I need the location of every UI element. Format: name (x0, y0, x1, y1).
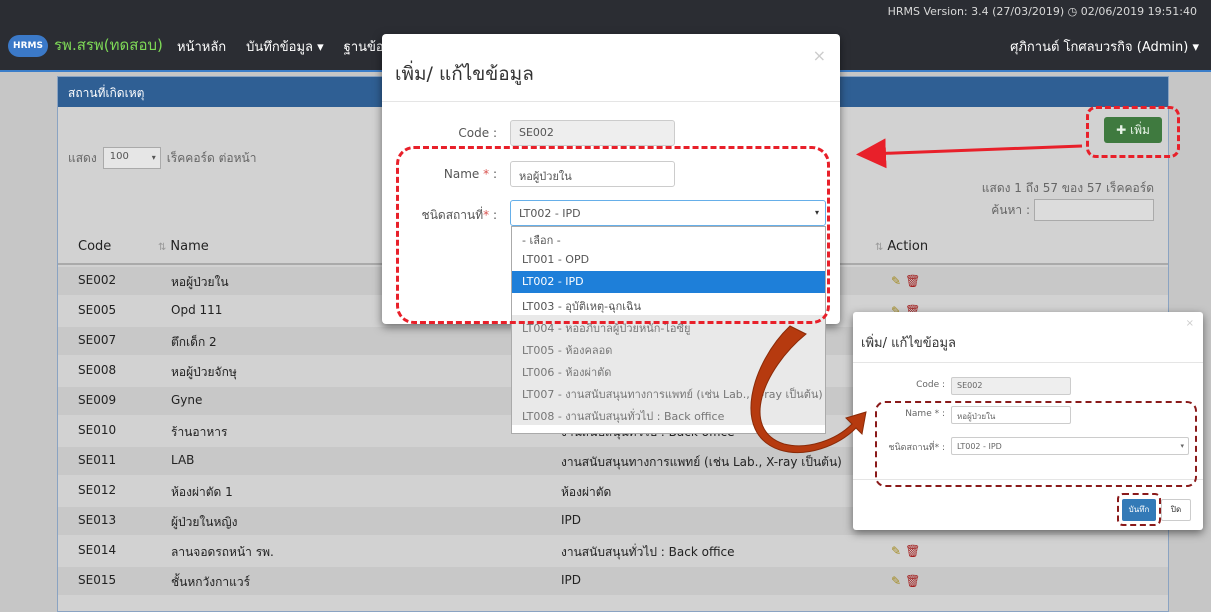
row-name: ชั้นหกวังกาแวร์ (171, 575, 251, 589)
nav-item-home[interactable]: หน้าหลัก (177, 36, 226, 57)
form-highlight (396, 146, 830, 324)
divider (853, 362, 1203, 363)
trash-icon[interactable]: 🗑 (905, 274, 920, 288)
row-name: ตึกเด็ก 2 (171, 335, 217, 349)
dropdown-option[interactable]: LT005 - ห้องคลอด (512, 337, 825, 359)
row-actions: ✎🗑 (891, 574, 920, 588)
table-row: SE015 ชั้นหกวังกาแวร์ IPD ✎ 🗑 (58, 567, 1168, 595)
save-button-highlight (1117, 493, 1161, 526)
caret-down-icon: ▾ (151, 153, 156, 162)
dropdown-option[interactable]: LT007 - งานสนับสนุนทางการแพทย์ (เช่น Lab… (512, 381, 825, 403)
search-label: ค้นหา : (991, 202, 1030, 217)
row-type: IPD (561, 573, 582, 587)
row-code: SE009 (78, 393, 117, 407)
length-prefix: แสดง (68, 150, 97, 165)
hrms-logo-icon[interactable]: HRMS (8, 35, 48, 57)
row-code: SE014 (78, 543, 117, 557)
table-row: SE014 ลานจอดรถหน้า รพ. งานสนับสนุนทั่วไป :… (58, 537, 1168, 565)
row-code: SE005 (78, 303, 117, 317)
pencil-icon[interactable]: ✎ (891, 574, 901, 588)
nav-item-database[interactable]: ฐานข้อ (344, 36, 384, 57)
modal-title: เพิ่ม/ แก้ไขข้อมูล (395, 63, 534, 85)
column-header-action: ⇅ Action (875, 239, 928, 254)
search-control: ค้นหา : (991, 199, 1154, 221)
row-code: SE008 (78, 363, 117, 377)
preview-modal: เพิ่ม/ แก้ไขข้อมูล × Code : SE002 Name *… (853, 312, 1203, 530)
row-name: Opd 111 (171, 303, 223, 317)
dropdown-option[interactable]: LT008 - งานสนับสนุนทั่วไป : Back office (512, 403, 825, 425)
column-header-name-label: Name (170, 239, 209, 254)
add-button-highlight (1086, 106, 1180, 158)
pencil-icon[interactable]: ✎ (891, 274, 901, 288)
row-code: SE012 (78, 483, 117, 497)
row-type: งานสนับสนุนทั่วไป : Back office (561, 545, 735, 559)
records-info: แสดง 1 ถึง 57 ของ 57 เร็คคอร์ด (981, 181, 1154, 195)
version-info: HRMS Version: 3.4 (27/03/2019) ◷ 02/06/2… (887, 5, 1197, 18)
nav-item-record[interactable]: บันทึกข้อมูล ▾ (246, 36, 323, 57)
row-name: ผู้ป่วยในหญิง (171, 515, 238, 529)
row-type: ห้องผ่าตัด (561, 485, 612, 499)
row-actions: ✎🗑 (891, 544, 920, 558)
row-name: ห้องผ่าตัด 1 (171, 485, 233, 499)
preview-code-field: SE002 (951, 377, 1071, 395)
length-suffix: เร็คคอร์ด ต่อหน้า (166, 150, 257, 165)
row-name: หอผู้ป่วยใน (171, 275, 229, 289)
row-type: งานสนับสนุนทางการแพทย์ (เช่น Lab., X-ray… (561, 455, 842, 469)
page-length-select[interactable]: 100 ▾ (102, 147, 161, 169)
dropdown-option[interactable]: LT006 - ห้องผ่าตัด (512, 359, 825, 381)
modal-header: เพิ่ม/ แก้ไขข้อมูล × (382, 34, 840, 102)
hospital-name[interactable]: รพ.สรพ(ทดสอบ) (54, 33, 163, 57)
sort-icon: ⇅ (875, 242, 884, 253)
row-type: IPD (561, 513, 582, 527)
main-menu: หน้าหลัก บันทึกข้อมูล ▾ ฐานข้อ (177, 36, 384, 57)
row-code: SE010 (78, 423, 117, 437)
preview-code-label: Code : (916, 380, 945, 390)
search-input[interactable] (1034, 199, 1154, 221)
preview-title: เพิ่ม/ แก้ไขข้อมูล (861, 336, 956, 351)
code-field: SE002 (510, 120, 675, 146)
row-code: SE015 (78, 573, 117, 587)
close-icon[interactable]: × (1186, 318, 1194, 329)
row-actions: ✎🗑 (891, 274, 920, 288)
code-label: Code : (458, 126, 497, 140)
row-name: Gyne (171, 393, 203, 407)
column-header-action-label: Action (887, 239, 929, 254)
preview-form-highlight (875, 401, 1197, 487)
pencil-icon[interactable]: ✎ (891, 544, 901, 558)
row-code: SE011 (78, 453, 117, 467)
row-code: SE013 (78, 513, 117, 527)
row-code: SE007 (78, 333, 117, 347)
trash-icon[interactable]: 🗑 (905, 544, 920, 558)
row-name: LAB (171, 453, 195, 467)
sort-icon: ⇅ (158, 242, 167, 253)
row-name: ร้านอาหาร (171, 425, 228, 439)
page-length-value: 100 (109, 151, 129, 162)
row-code: SE002 (78, 273, 117, 287)
row-name: ลานจอดรถหน้า รพ. (171, 545, 274, 559)
row-name: หอผู้ป่วยจักษุ (171, 365, 237, 379)
close-button[interactable]: ปิด (1161, 499, 1191, 521)
column-header-code[interactable]: Code (78, 239, 111, 254)
trash-icon[interactable]: 🗑 (905, 574, 920, 588)
user-menu[interactable]: ศุภิกานต์ โกศลบวรกิจ (Admin) ▾ (1010, 36, 1199, 57)
page-length-control: แสดง 100 ▾ เร็คคอร์ด ต่อหน้า (68, 147, 256, 169)
column-header-name[interactable]: ⇅ Name (158, 239, 209, 254)
close-icon[interactable]: × (813, 46, 826, 65)
